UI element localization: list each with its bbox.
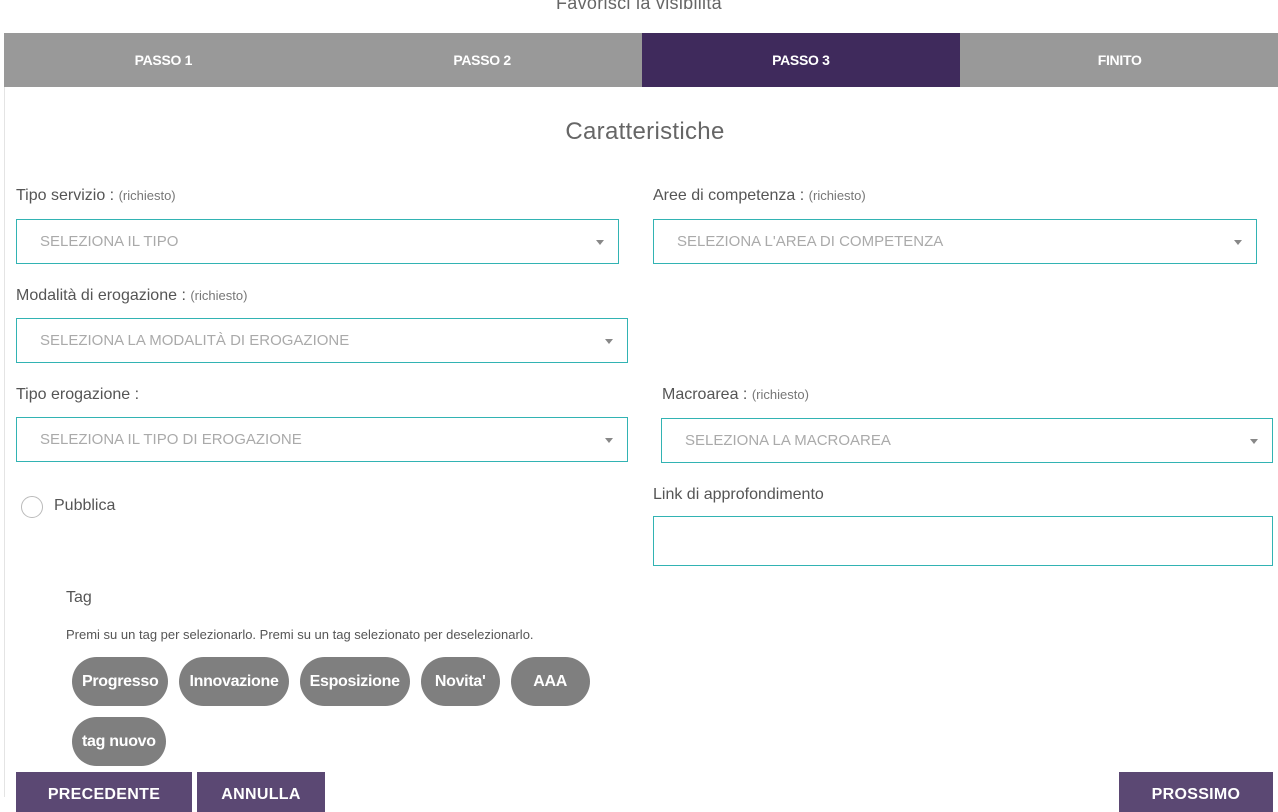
tipo-servizio-label: Tipo servizio : (richiesto) xyxy=(16,187,176,205)
cancel-button[interactable]: ANNULLA xyxy=(197,772,325,812)
required-note: (richiesto) xyxy=(751,387,809,402)
section-title: Caratteristiche xyxy=(565,118,725,145)
required-note: (richiesto) xyxy=(118,188,176,203)
tag-title: Tag xyxy=(66,589,92,606)
modalita-erogazione-label-text: Modalità di erogazione : xyxy=(16,287,186,304)
tag-chip[interactable]: Progresso xyxy=(72,657,169,706)
step-3[interactable]: PASSO 3 xyxy=(641,33,961,87)
step-2[interactable]: PASSO 2 xyxy=(322,33,642,87)
link-input[interactable] xyxy=(653,516,1273,566)
step-1[interactable]: PASSO 1 xyxy=(4,33,323,87)
tag-chip[interactable]: Novita' xyxy=(420,657,500,706)
chevron-down-icon xyxy=(596,240,604,245)
chevron-down-icon xyxy=(605,339,613,344)
macroarea-placeholder: SELEZIONA LA MACROAREA xyxy=(685,432,891,449)
left-divider xyxy=(4,87,5,797)
required-note: (richiesto) xyxy=(190,288,248,303)
link-label: Link di approfondimento xyxy=(653,486,824,503)
tag-chip[interactable]: Innovazione xyxy=(179,657,289,706)
aree-competenza-placeholder: SELEZIONA L'AREA DI COMPETENZA xyxy=(677,233,944,250)
wizard-steps: PASSO 1 PASSO 2 PASSO 3 FINITO xyxy=(4,33,1278,87)
pubblica-label[interactable]: Pubblica xyxy=(54,497,115,515)
modalita-erogazione-select[interactable]: SELEZIONA LA MODALITÀ DI EROGAZIONE xyxy=(16,318,628,363)
page-heading: Favorisci la visibilità xyxy=(556,0,722,13)
tag-list: Progresso Innovazione Esposizione Novita… xyxy=(72,657,632,766)
tag-chip[interactable]: tag nuovo xyxy=(72,717,166,766)
macroarea-label: Macroarea : (richiesto) xyxy=(662,386,809,404)
tipo-erogazione-select[interactable]: SELEZIONA IL TIPO DI EROGAZIONE xyxy=(16,417,628,462)
chevron-down-icon xyxy=(605,438,613,443)
tag-chip[interactable]: AAA xyxy=(510,657,590,706)
tag-chip[interactable]: Esposizione xyxy=(299,657,410,706)
next-button[interactable]: PROSSIMO xyxy=(1119,772,1273,812)
aree-competenza-label: Aree di competenza : (richiesto) xyxy=(653,187,866,205)
tag-help-text: Premi su un tag per selezionarlo. Premi … xyxy=(66,627,534,642)
previous-button[interactable]: PRECEDENTE xyxy=(16,772,192,812)
tipo-servizio-select[interactable]: SELEZIONA IL TIPO xyxy=(16,219,619,264)
tipo-erogazione-placeholder: SELEZIONA IL TIPO DI EROGAZIONE xyxy=(40,431,302,448)
macroarea-label-text: Macroarea : xyxy=(662,386,748,403)
modalita-erogazione-label: Modalità di erogazione : (richiesto) xyxy=(16,287,247,305)
tipo-servizio-placeholder: SELEZIONA IL TIPO xyxy=(40,233,179,250)
pubblica-radio[interactable] xyxy=(21,496,43,518)
aree-competenza-select[interactable]: SELEZIONA L'AREA DI COMPETENZA xyxy=(653,219,1257,264)
required-note: (richiesto) xyxy=(808,188,866,203)
tipo-servizio-label-text: Tipo servizio : xyxy=(16,187,115,204)
chevron-down-icon xyxy=(1234,240,1242,245)
modalita-erogazione-placeholder: SELEZIONA LA MODALITÀ DI EROGAZIONE xyxy=(40,332,350,349)
chevron-down-icon xyxy=(1250,439,1258,444)
tipo-erogazione-label: Tipo erogazione : xyxy=(16,386,140,403)
step-finito[interactable]: FINITO xyxy=(960,33,1278,87)
macroarea-select[interactable]: SELEZIONA LA MACROAREA xyxy=(661,418,1273,463)
aree-competenza-label-text: Aree di competenza : xyxy=(653,187,805,204)
